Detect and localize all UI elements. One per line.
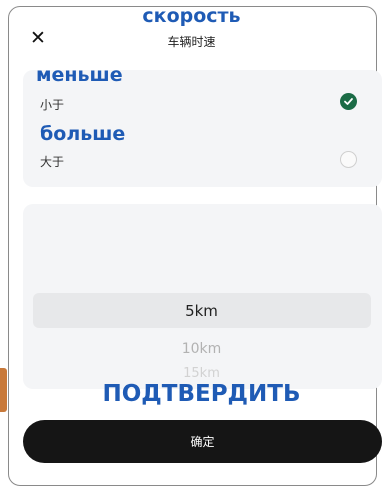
picker-item[interactable]: 10km (0, 341, 383, 357)
picker-item-selected[interactable]: 5km (0, 302, 383, 320)
option-more-translation: больше (40, 123, 126, 145)
option-less-radio[interactable] (340, 93, 357, 110)
option-more-label[interactable]: 大于 (40, 153, 64, 170)
confirm-translation-overlay: ПОДТВЕРДИТЬ (102, 381, 301, 407)
option-more-radio[interactable] (340, 151, 357, 168)
dialog-title: 车辆时速 (167, 35, 216, 49)
title-translation-overlay: скорость (142, 5, 241, 27)
confirm-button[interactable]: 确定 (23, 420, 382, 463)
picker-item[interactable]: 15km (0, 366, 383, 381)
confirm-button-label: 确定 (190, 435, 215, 449)
option-less-label[interactable]: 小于 (40, 96, 64, 113)
checkmark-icon (344, 98, 353, 105)
option-less-translation: меньше (36, 64, 123, 86)
